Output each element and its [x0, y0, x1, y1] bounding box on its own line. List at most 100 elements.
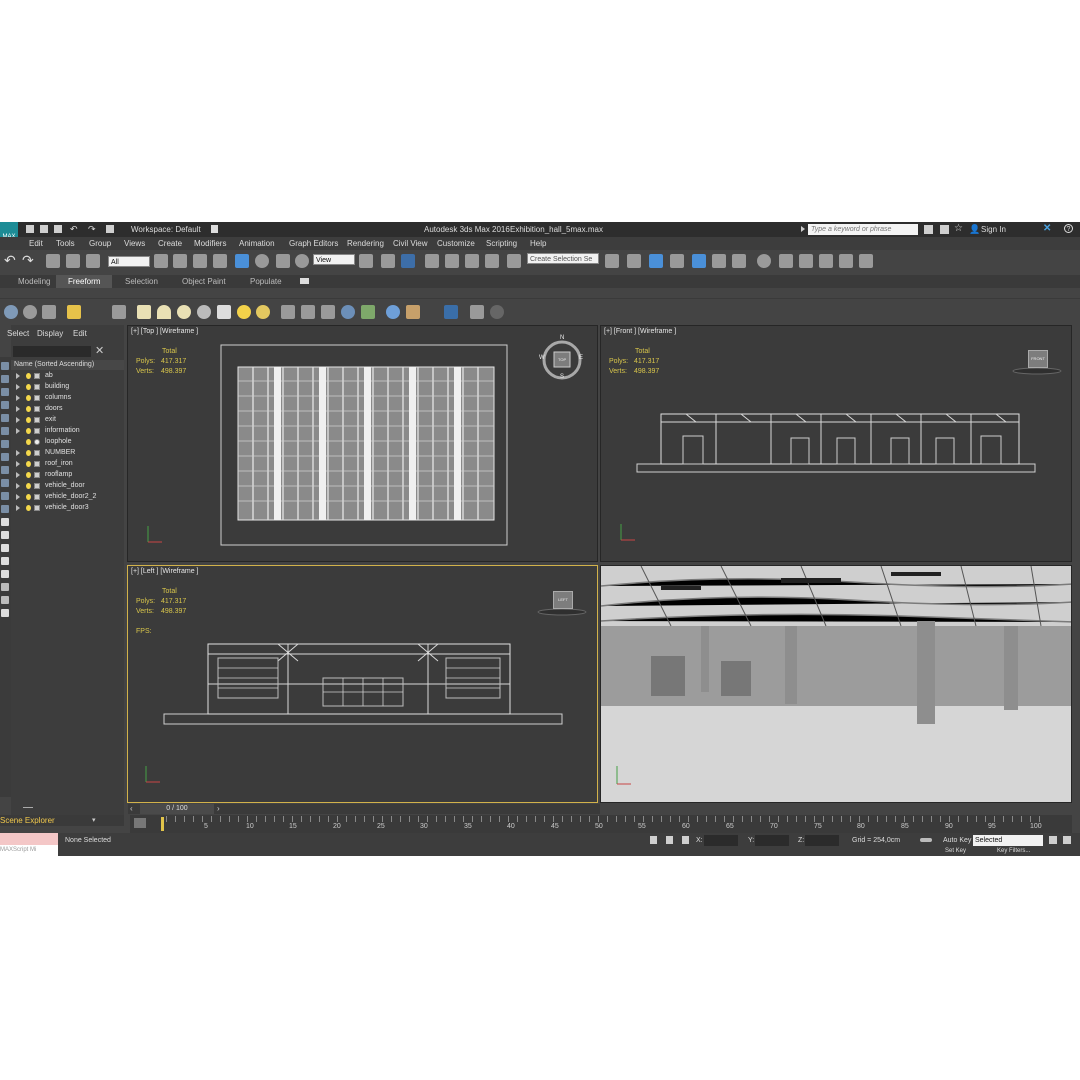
display-xrefs-icon[interactable] — [1, 492, 9, 500]
spinner-snap-icon[interactable] — [485, 254, 499, 268]
list-item[interactable]: doors — [11, 404, 124, 415]
viewcube[interactable]: LEFT — [553, 591, 573, 609]
selection-lock-icon[interactable] — [666, 836, 673, 844]
list-item[interactable]: NUMBER — [11, 448, 124, 459]
sign-in-link[interactable]: Sign In — [981, 225, 1006, 234]
menu-create[interactable]: Create — [158, 239, 182, 248]
keyboard-shortcut-override-icon[interactable] — [401, 254, 415, 268]
menu-views[interactable]: Views — [124, 239, 145, 248]
selection-filter-dropdown[interactable]: All — [108, 256, 150, 267]
mini-curve-editor-icon[interactable] — [134, 818, 146, 828]
ribbon-tab-object-paint[interactable]: Object Paint — [182, 277, 226, 286]
display-lights-icon[interactable] — [1, 427, 9, 435]
paint-options-icon[interactable] — [67, 305, 81, 319]
configure-icon[interactable] — [1, 596, 9, 604]
list-item[interactable]: exit — [11, 415, 124, 426]
next-frame-icon[interactable]: › — [217, 804, 220, 813]
panel-resize-handle[interactable] — [23, 807, 33, 808]
light-bulb-icon[interactable] — [26, 373, 31, 379]
key-filters-button[interactable]: Key Filters... — [997, 848, 1030, 854]
viewport-top[interactable]: [+] [Top ] [Wireframe ] Total Polys: 417.… — [127, 325, 598, 562]
viewport-left[interactable]: [+] [Left ] [Wireframe ] Total Polys: 417… — [127, 565, 598, 803]
user-icon[interactable]: 👤 — [969, 224, 980, 235]
expand-arrow-icon[interactable] — [16, 472, 20, 478]
noise-brush-icon[interactable] — [301, 305, 315, 319]
brush-settings-icon[interactable] — [470, 305, 484, 319]
previous-frame-icon[interactable]: ‹ — [130, 804, 133, 813]
menu-customize[interactable]: Customize — [437, 239, 475, 248]
menu-edit[interactable]: Edit — [29, 239, 43, 248]
go-to-start-icon[interactable] — [1049, 836, 1057, 844]
display-geometry-icon[interactable] — [1, 401, 9, 409]
scene-explorer-title[interactable]: Scene Explorer — [0, 816, 55, 825]
light-bulb-icon[interactable] — [26, 461, 31, 467]
list-item[interactable]: columns — [11, 393, 124, 404]
expand-arrow-icon[interactable] — [16, 461, 20, 467]
explorer-search-input[interactable] — [13, 346, 91, 357]
list-item[interactable]: ab — [11, 371, 124, 382]
list-item[interactable]: rooflamp — [11, 470, 124, 481]
vines-brush-icon[interactable] — [361, 305, 375, 319]
light-bulb-icon[interactable] — [26, 417, 31, 423]
explorer-tab-edit[interactable]: Edit — [73, 329, 87, 338]
y-coordinate-field[interactable] — [755, 835, 789, 846]
menu-scripting[interactable]: Scripting — [486, 239, 517, 248]
sun-brush-icon[interactable] — [237, 305, 251, 319]
menu-tools[interactable]: Tools — [56, 239, 75, 248]
project-folder-icon[interactable] — [106, 225, 114, 233]
conform-brush-icon[interactable] — [137, 305, 151, 319]
named-selection-dropdown[interactable]: Create Selection Se — [527, 253, 599, 264]
flatten-brush-icon[interactable] — [321, 305, 335, 319]
list-item[interactable]: information — [11, 426, 124, 437]
list-item[interactable]: roof_iron — [11, 459, 124, 470]
angle-snap-icon[interactable] — [445, 254, 459, 268]
display-hidden-icon[interactable] — [1, 544, 9, 552]
undo-icon[interactable]: ↶ — [4, 252, 16, 269]
shift-brush-icon[interactable] — [112, 305, 126, 319]
menu-group[interactable]: Group — [89, 239, 111, 248]
light-bulb-icon[interactable] — [26, 406, 31, 412]
current-frame-marker[interactable] — [161, 817, 164, 831]
viewcube[interactable]: FRONT — [1028, 350, 1048, 368]
explorer-column-header[interactable]: Name (Sorted Ascending) — [11, 360, 124, 370]
list-item[interactable]: building — [11, 382, 124, 393]
erase-brush-icon[interactable] — [341, 305, 355, 319]
display-cameras-icon[interactable] — [1, 440, 9, 448]
help-icon[interactable]: ? — [1064, 224, 1073, 233]
light-bulb-icon[interactable] — [26, 428, 31, 434]
viewport-front[interactable]: [+] [Front ] [Wireframe ] Total Polys: 41… — [600, 325, 1072, 562]
save-file-icon[interactable] — [54, 225, 62, 233]
viewport-perspective[interactable] — [600, 565, 1072, 803]
menu-animation[interactable]: Animation — [239, 239, 275, 248]
toggle-scene-explorer-icon[interactable] — [649, 254, 663, 268]
time-slider[interactable]: ‹ 0 / 100 › — [128, 804, 600, 814]
material-editor-icon[interactable] — [757, 254, 771, 268]
rectangular-selection-icon[interactable] — [193, 254, 207, 268]
ribbon-tab-populate[interactable]: Populate — [250, 277, 282, 286]
snaps-toggle-icon[interactable] — [425, 254, 439, 268]
key-icon[interactable] — [920, 838, 932, 842]
fill-icon[interactable] — [444, 305, 458, 319]
expand-arrow-icon[interactable] — [16, 384, 20, 390]
edit-named-selection-icon[interactable] — [507, 254, 521, 268]
menu-help[interactable]: Help — [530, 239, 546, 248]
search-input[interactable]: Type a keyword or phrase — [808, 224, 918, 235]
expand-arrow-icon[interactable] — [16, 494, 20, 500]
display-frozen-icon[interactable] — [1, 531, 9, 539]
workspace-dropdown-icon[interactable] — [211, 225, 218, 233]
workspace-selector[interactable]: Workspace: Default — [131, 225, 201, 234]
window-crossing-icon[interactable] — [213, 254, 227, 268]
previous-key-icon[interactable] — [1063, 836, 1071, 844]
sphere-brush-icon[interactable] — [177, 305, 191, 319]
light-bulb-icon[interactable] — [26, 494, 31, 500]
expand-arrow-icon[interactable] — [16, 505, 20, 511]
search-expand-icon[interactable] — [801, 226, 805, 232]
rendered-frame-window-icon[interactable] — [799, 254, 813, 268]
light-bulb-icon[interactable] — [26, 384, 31, 390]
maxscript-listener-input[interactable] — [0, 833, 58, 845]
reference-coordinate-dropdown[interactable]: View — [313, 254, 355, 265]
isolate-selection-icon[interactable] — [650, 836, 657, 844]
menu-civil-view[interactable]: Civil View — [393, 239, 428, 248]
grid-paint-icon[interactable] — [4, 305, 18, 319]
select-and-manipulate-icon[interactable] — [381, 254, 395, 268]
